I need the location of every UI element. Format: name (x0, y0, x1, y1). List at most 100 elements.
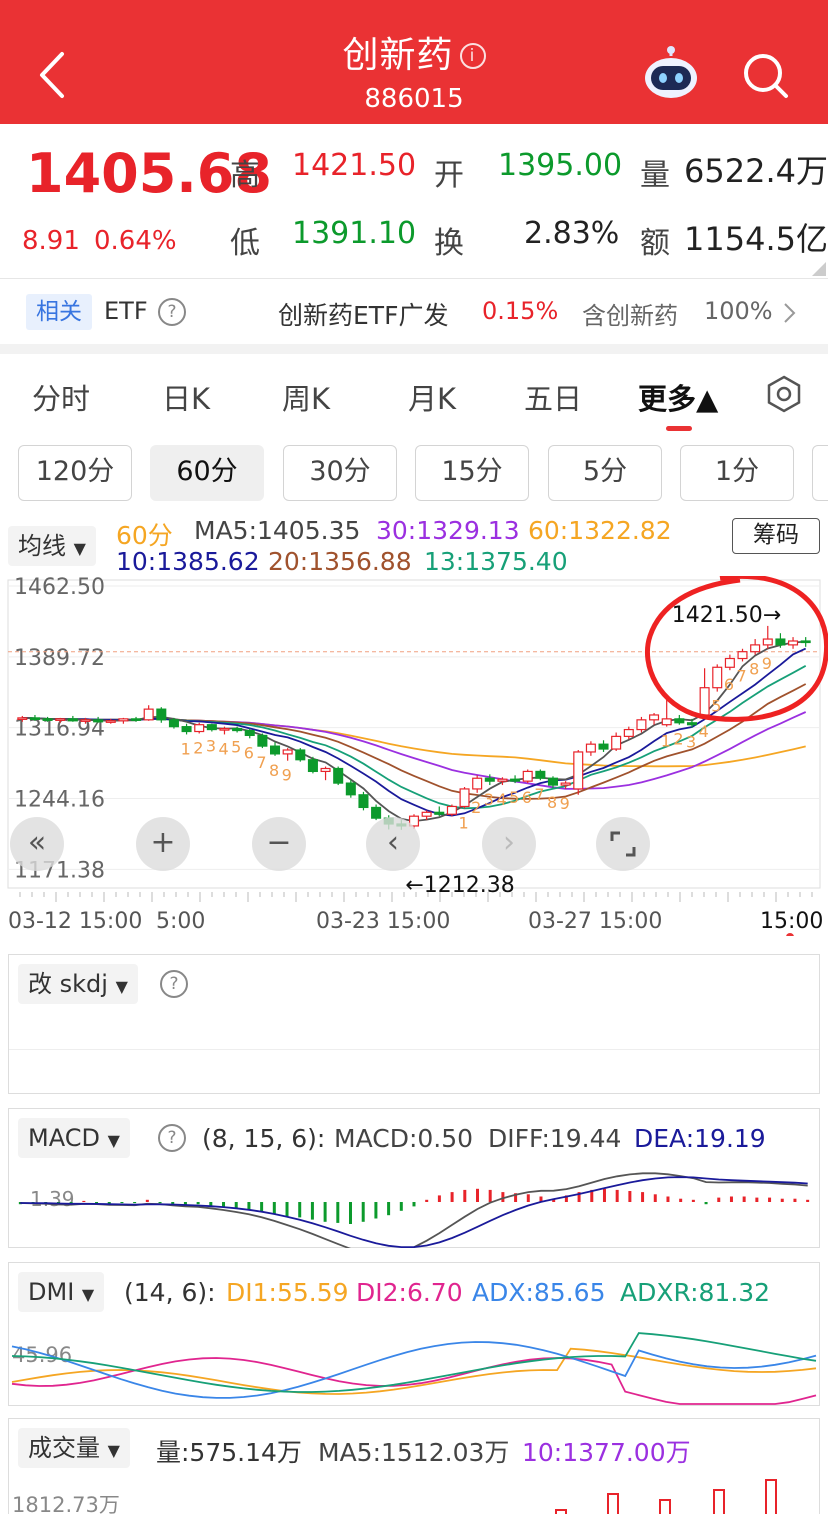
info-icon[interactable]: i (459, 43, 486, 69)
sequence-count-label: 5 (231, 737, 241, 756)
candle-body (661, 718, 672, 726)
search-icon (744, 54, 788, 98)
tab-five-day[interactable]: 五日 (524, 376, 582, 418)
volume-bar (607, 1493, 619, 1514)
candle-body (522, 770, 533, 782)
zoom-in-button[interactable]: + (136, 817, 190, 871)
chevron-right-icon (784, 303, 796, 323)
macd-params: (8, 15, 6): (202, 1124, 326, 1153)
x-tick-label: 5:00 (156, 909, 205, 934)
tab-intraday[interactable]: 分时 (32, 376, 90, 418)
sequence-count-label: 1 (661, 732, 671, 751)
search-button[interactable] (742, 52, 790, 100)
candle-body (118, 718, 129, 722)
related-tag: 相关 (26, 294, 92, 330)
sequence-count-label: 3 (484, 790, 494, 809)
candle-body (535, 770, 546, 779)
diff-value: DIFF:19.44 (488, 1124, 622, 1153)
scroll-start-button[interactable]: « (10, 817, 64, 871)
sequence-count-label: 6 (244, 743, 254, 762)
candle-body (800, 640, 811, 644)
candle-body (686, 722, 697, 726)
high-label: 高 (230, 158, 260, 193)
etf-label: ETF (104, 297, 148, 325)
period-30min[interactable]: 30分 (283, 445, 397, 501)
dmi-chart: 45.96 (11, 1332, 817, 1405)
open-value: 1395.00 (498, 148, 623, 183)
candle-body (295, 749, 306, 761)
x-tick-label: 03-23 15:00 (316, 909, 450, 934)
etf-help-icon[interactable]: ? (158, 298, 186, 326)
zoom-out-button[interactable]: − (252, 817, 306, 871)
volume-bar (713, 1489, 725, 1514)
volume-bar (765, 1479, 777, 1514)
ma60-value: 60:1322.82 (528, 516, 672, 545)
period-60min[interactable]: 60分 (150, 445, 264, 501)
period-15min[interactable]: 15分 (415, 445, 529, 501)
candle-body (131, 718, 142, 721)
macd-chart: 1.39 (18, 1172, 810, 1248)
caret-down-icon: ▼ (115, 977, 128, 996)
candle-body (484, 777, 495, 782)
robot-icon (645, 46, 697, 98)
candle-body (649, 714, 660, 721)
low-label: 低 (230, 226, 260, 261)
low-price-marker: ←1212.38 (405, 873, 514, 898)
candle-body (168, 719, 179, 728)
ma-dropdown[interactable]: 均线 ▼ (8, 526, 96, 566)
tab-more[interactable]: 更多▲ (638, 376, 718, 418)
sequence-count-label: 6 (724, 675, 734, 694)
period-more-partial[interactable] (812, 445, 828, 501)
sequence-count-label: 2 (471, 798, 481, 817)
sequence-count-label: 9 (560, 794, 570, 813)
high-price-marker: 1421.50→ (672, 603, 781, 628)
x-tick-label: 03-27 15:00 (528, 909, 662, 934)
macd-help-icon[interactable]: ? (158, 1124, 186, 1152)
sequence-count-label: 2 (193, 738, 203, 757)
candle-body (320, 767, 331, 773)
section-gap (0, 344, 828, 354)
candle-body (636, 719, 647, 731)
tab-daily-k[interactable]: 日K (162, 376, 210, 418)
candle-body (156, 708, 167, 721)
candle-body (560, 782, 571, 786)
settings-icon[interactable] (764, 374, 804, 414)
skdj-dropdown[interactable]: 改 skdj ▼ (18, 964, 138, 1004)
volume-ma5: MA5:1512.03万 (318, 1438, 510, 1467)
candle-body (29, 717, 40, 720)
period-5min[interactable]: 5分 (548, 445, 662, 501)
candle-body (93, 719, 104, 723)
page-title: 创新药 i (0, 26, 828, 78)
dmi-y-tick: 45.96 (12, 1343, 72, 1367)
divider (0, 278, 828, 279)
x-tick-label: 15:00 (760, 909, 823, 934)
fullscreen-button[interactable] (596, 817, 650, 871)
volume-dropdown[interactable]: 成交量 ▼ (18, 1428, 130, 1468)
skdj-help-icon[interactable]: ? (160, 970, 188, 998)
ma30-value: 30:1329.13 (376, 516, 520, 545)
sequence-count-label: 3 (686, 733, 696, 752)
dea-line (20, 1176, 808, 1248)
candle-body (762, 638, 773, 646)
stock-code: 886015 (364, 84, 464, 114)
kline-chart[interactable]: 1462.501389.721316.941244.161171.381 2 3 4 5… (0, 576, 828, 936)
sequence-count-label: 4 (699, 722, 709, 741)
sequence-count-label: 4 (496, 790, 506, 809)
etf-fund-pct: 0.15% (482, 297, 559, 325)
candle-body (232, 727, 243, 732)
candle-body (371, 806, 382, 819)
dmi-dropdown[interactable]: DMI ▼ (18, 1272, 105, 1312)
amount-value: 1154.5亿 (684, 220, 828, 258)
robot-assistant-button[interactable] (642, 46, 700, 102)
chip-distribution-button[interactable]: 筹码 (732, 518, 820, 554)
etf-row[interactable]: 相关 ETF ? 创新药ETF广发 0.15% 含创新药 100% (0, 280, 828, 344)
tab-monthly-k[interactable]: 月K (408, 376, 456, 418)
period-120min[interactable]: 120分 (18, 445, 132, 501)
sequence-count-label: 1 (181, 739, 191, 758)
period-1min[interactable]: 1分 (680, 445, 794, 501)
scroll-right-button[interactable]: › (482, 817, 536, 871)
sequence-count-label: 3 (206, 737, 216, 756)
scroll-left-button[interactable]: ‹ (366, 817, 420, 871)
sequence-count-label: 8 (269, 761, 279, 780)
tab-weekly-k[interactable]: 周K (282, 376, 330, 418)
